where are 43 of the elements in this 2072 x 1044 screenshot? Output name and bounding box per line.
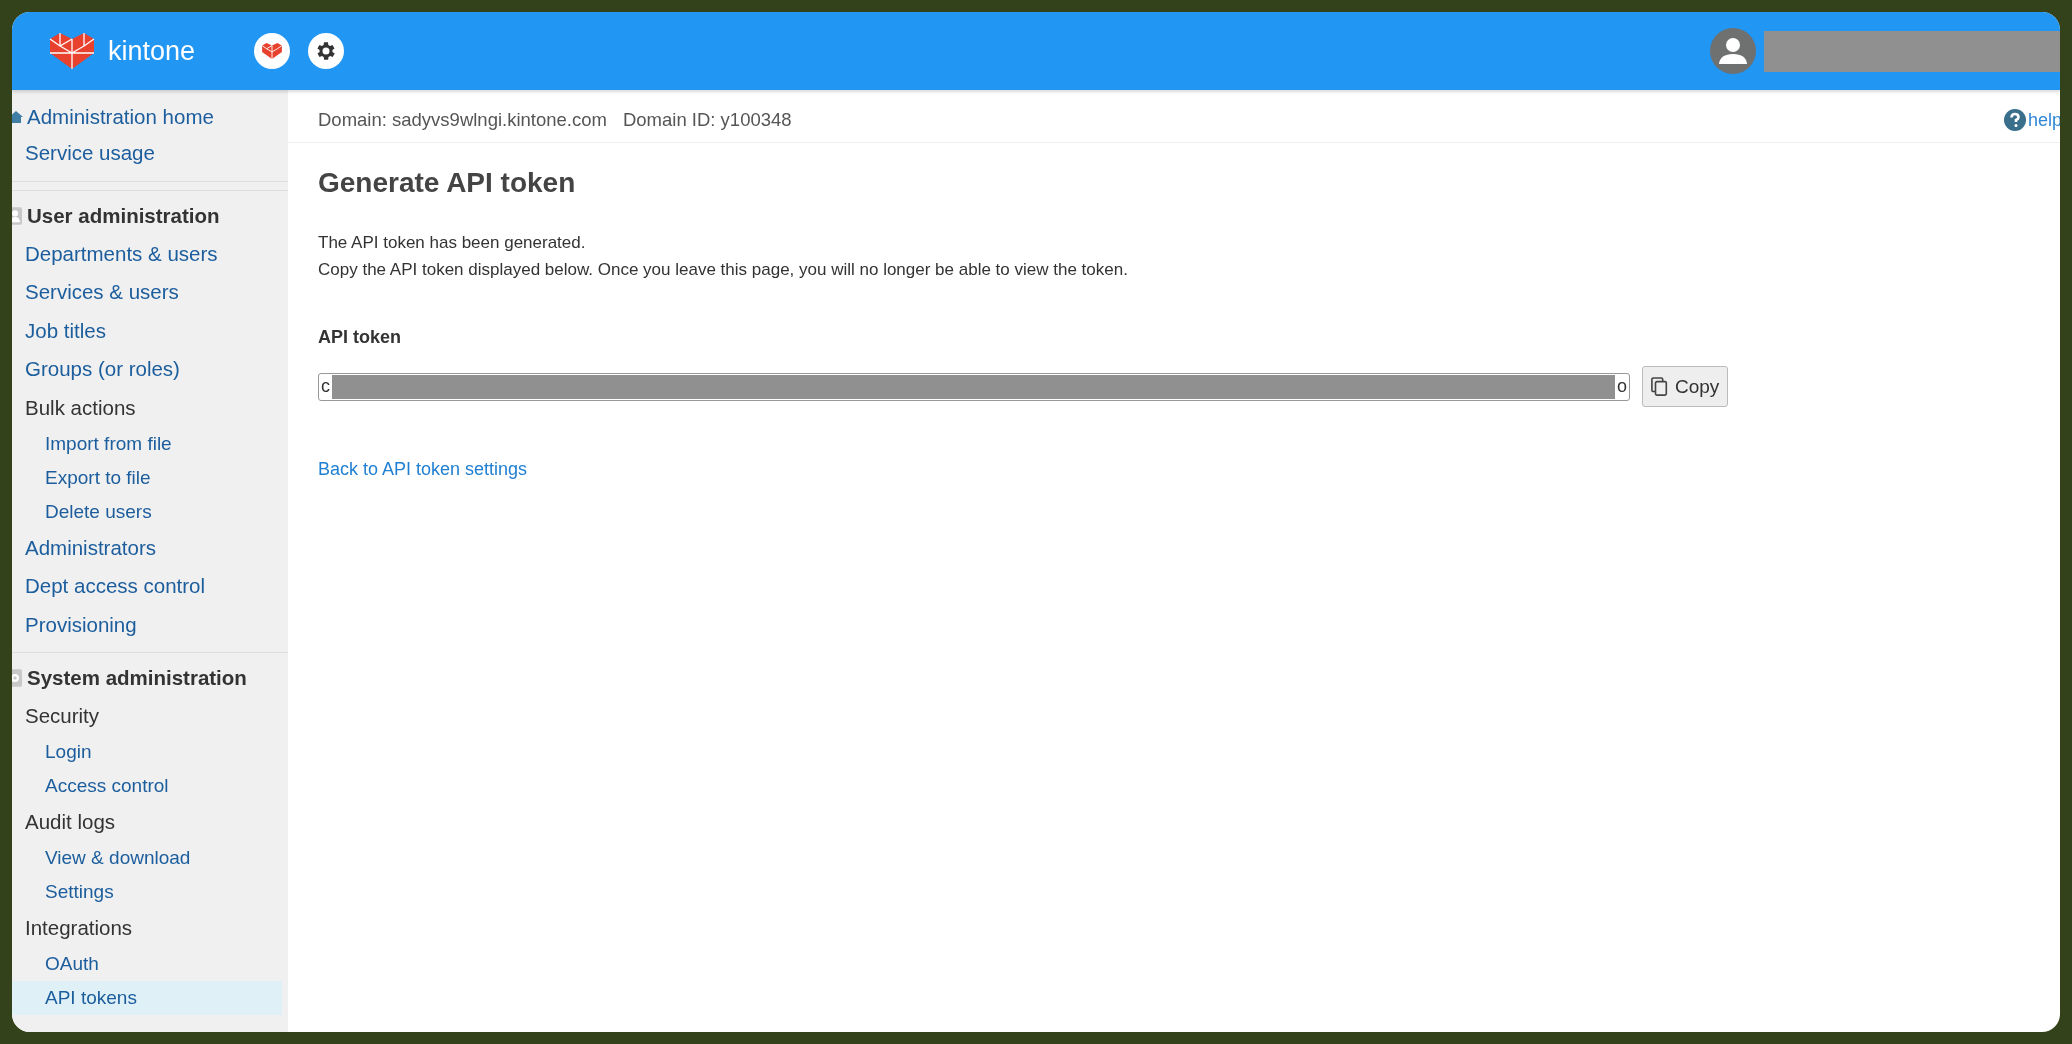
- copy-button[interactable]: Copy: [1642, 366, 1729, 407]
- group-label: Security: [24, 703, 101, 729]
- brand-name[interactable]: kintone: [108, 35, 196, 67]
- sidebar-item[interactable]: Groups (or roles): [12, 350, 288, 389]
- field-label: API token: [318, 327, 402, 348]
- user-icon: [12, 206, 22, 225]
- sidebar-item[interactable]: API tokens: [12, 981, 282, 1015]
- heart-cube-logo-icon: [48, 31, 96, 71]
- back-link[interactable]: Back to API token settings: [318, 459, 528, 480]
- house-icon: [12, 110, 23, 124]
- sidebar-item[interactable]: Job titles: [12, 311, 288, 350]
- group-label: Bulk actions: [24, 394, 137, 421]
- sidebar-item[interactable]: Service usage: [12, 134, 288, 173]
- domain-text: Domain: sadyvs9wlngi.kintone.com: [318, 109, 607, 131]
- heart-cube-icon[interactable]: [254, 33, 290, 69]
- section-heading: User administration: [12, 196, 288, 235]
- sidebar-item[interactable]: Provisioning: [12, 605, 288, 644]
- sidebar-item[interactable]: Settings: [12, 875, 288, 909]
- help-icon[interactable]: [2003, 109, 2026, 131]
- sidebar-item[interactable]: Import from file: [12, 426, 288, 461]
- sidebar-item[interactable]: Administration home: [12, 100, 288, 134]
- message-text: Copy the API token displayed below. Once you leave this page, you will no longer be able to view the token.: [318, 259, 1129, 281]
- group-label: Audit logs: [24, 809, 117, 835]
- gear-icon: [12, 669, 22, 687]
- section-heading: System administration: [12, 659, 288, 697]
- sidebar-item[interactable]: Administrators: [12, 528, 288, 567]
- settings-icon[interactable]: [308, 33, 344, 69]
- sidebar-item[interactable]: Access control: [12, 769, 288, 803]
- domain-id-text: Domain ID: y100348: [622, 109, 792, 131]
- sidebar-item[interactable]: View & download: [12, 841, 288, 875]
- group-label: Integrations: [24, 915, 134, 941]
- message-text: The API token has been generated.: [318, 232, 587, 254]
- avatar-icon[interactable]: [1710, 28, 1756, 74]
- copy-icon: [1651, 376, 1669, 397]
- sidebar-item[interactable]: Departments & users: [12, 234, 288, 273]
- sidebar-item[interactable]: Services & users: [12, 273, 288, 312]
- sidebar-item[interactable]: Delete users: [12, 494, 288, 529]
- page-title: Generate API token: [318, 167, 577, 199]
- token-field[interactable]: c o: [318, 372, 1630, 401]
- sidebar-item[interactable]: Login: [12, 735, 288, 769]
- sidebar-item[interactable]: OAuth: [12, 947, 288, 981]
- sidebar-item[interactable]: Dept access control: [12, 567, 288, 606]
- sidebar-item[interactable]: Export to file: [12, 460, 288, 495]
